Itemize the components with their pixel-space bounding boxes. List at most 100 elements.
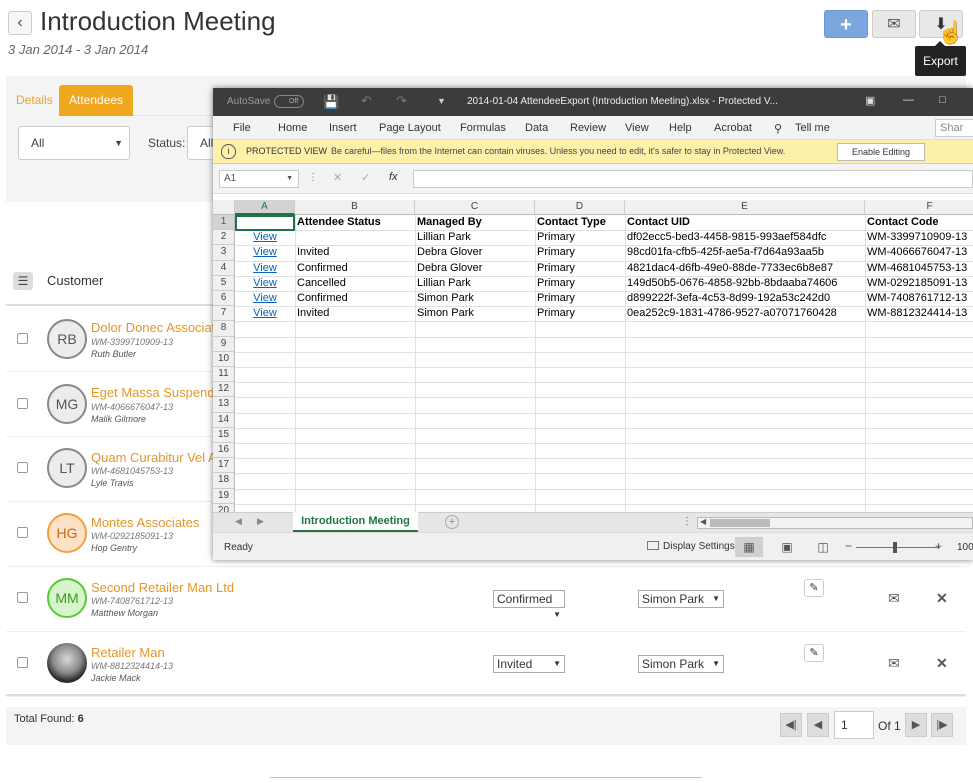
last-page-button[interactable]: |▶ [931,713,953,737]
column-header[interactable]: E [625,200,865,215]
row-header[interactable]: 15 [213,427,235,443]
customer-name[interactable]: Retailer Man [91,645,165,660]
row-header[interactable]: 3 [213,245,235,261]
formula-input[interactable] [413,170,973,188]
redo-icon[interactable]: ↷ [396,93,407,109]
ribbon-tab-help[interactable]: Help [669,122,692,134]
row-header[interactable]: 7 [213,306,235,322]
cell[interactable]: Contact UID [625,215,865,230]
row-checkbox[interactable] [17,398,28,409]
row-header[interactable]: 5 [213,275,235,291]
cell[interactable]: Simon Park [415,306,535,321]
cell[interactable]: Primary [535,276,625,291]
zoom-out-icon[interactable]: − [845,539,852,553]
first-page-button[interactable]: ◀| [780,713,802,737]
customer-name[interactable]: Dolor Donec Associate [91,320,223,335]
row-header[interactable]: 13 [213,397,235,413]
column-header[interactable]: D [535,200,625,215]
view-link[interactable]: View [235,245,295,260]
cell[interactable]: 149d50b5-0676-4858-92bb-8bdaaba74606 [625,276,865,291]
cell[interactable]: WM-4066676047-13 [865,245,973,260]
row-checkbox[interactable] [17,592,28,603]
view-link[interactable]: View [235,230,295,245]
cell[interactable]: Primary [535,230,625,245]
scroll-left-icon[interactable]: ◀ [700,517,706,526]
page-layout-view-icon[interactable]: ▣ [773,537,801,557]
zoom-in-icon[interactable]: + [935,539,942,553]
select-all-corner[interactable] [213,200,235,215]
enable-editing-button[interactable]: Enable Editing [837,143,925,161]
maximize-icon[interactable]: □ [939,94,946,106]
ribbon-tab-data[interactable]: Data [525,122,548,134]
cell[interactable]: Primary [535,261,625,276]
row-header[interactable]: 4 [213,260,235,276]
row-header[interactable]: 1 [213,215,235,231]
cell[interactable]: WM-4681045753-13 [865,261,973,276]
zoom-slider-thumb[interactable] [893,542,897,553]
row-header[interactable]: 8 [213,321,235,337]
column-header[interactable]: F [865,200,973,215]
edit-button[interactable]: ✎ [804,579,824,597]
normal-view-icon[interactable]: ▦ [735,537,763,557]
cell[interactable]: Invited [295,245,415,260]
next-page-button[interactable]: ▶ [905,713,927,737]
row-header[interactable]: 14 [213,412,235,428]
managed-by-select[interactable]: Simon Park ▼ [638,590,724,608]
remove-icon[interactable]: ✕ [936,590,948,607]
view-link[interactable]: View [235,306,295,321]
customer-name[interactable]: Montes Associates [91,515,199,530]
ribbon-display-icon[interactable]: ▣ [865,94,875,107]
prev-page-button[interactable]: ◀ [807,713,829,737]
share-button[interactable]: Shar [935,119,973,137]
row-header[interactable]: 6 [213,291,235,307]
row-header[interactable]: 2 [213,230,235,246]
row-checkbox[interactable] [17,527,28,538]
cell[interactable]: Contact Code [865,215,973,230]
view-link[interactable]: View [235,276,295,291]
cell[interactable]: Debra Glover [415,245,535,260]
add-sheet-icon[interactable]: + [445,515,459,529]
cell[interactable]: df02ecc5-bed3-4458-9815-993aef584dfc [625,230,865,245]
cell[interactable]: Confirmed [295,291,415,306]
cell[interactable] [295,230,415,245]
cell[interactable]: WM-0292185091-13 [865,276,973,291]
page-number-input[interactable]: 1 [834,711,874,739]
spreadsheet-grid[interactable]: A B C D E F 1 2 3 4 5 6 7 8 9 10 11 12 13 14 15 16 17 18 1… [213,200,973,512]
cell[interactable]: 4821dac4-d6fb-49e0-88de-7733ec6b8e87 [625,261,865,276]
row-checkbox[interactable] [17,462,28,473]
cell[interactable]: Cancelled [295,276,415,291]
ribbon-tab-file[interactable]: File [233,122,251,134]
prev-sheet-icon[interactable]: ◀ [235,516,242,527]
tab-attendees[interactable]: Attendees [59,85,134,116]
cell[interactable]: WM-8812324414-13 [865,306,973,321]
page-break-view-icon[interactable]: ◫ [809,537,837,557]
cell[interactable]: 98cd01fa-cfb5-425f-ae5a-f7d64a93aa5b [625,245,865,260]
name-box[interactable]: A1 ▼ [219,170,299,188]
cell[interactable]: Attendee Status [295,215,415,230]
row-checkbox[interactable] [17,657,28,668]
minimize-icon[interactable]: — [903,94,914,106]
cell[interactable]: Primary [535,245,625,260]
ribbon-tab-insert[interactable]: Insert [329,122,357,134]
cell[interactable]: Primary [535,306,625,321]
row-header[interactable]: 10 [213,351,235,367]
envelope-icon[interactable]: ✉ [888,655,900,672]
remove-icon[interactable]: ✕ [936,655,948,672]
row-header[interactable]: 17 [213,458,235,474]
cell[interactable]: Managed By [415,215,535,230]
cell[interactable]: Lillian Park [415,230,535,245]
save-icon[interactable]: 💾 [323,94,339,110]
view-link[interactable]: View [235,291,295,306]
row-header[interactable]: 16 [213,443,235,459]
email-button[interactable]: ✉ [872,10,916,38]
type-filter-select[interactable]: All ▼ [18,126,130,160]
managed-by-select[interactable]: Simon Park ▼ [638,655,724,673]
column-header[interactable]: C [415,200,535,215]
customer-name[interactable]: Eget Massa Suspendiss [91,385,230,400]
ribbon-tab-view[interactable]: View [625,122,649,134]
back-button[interactable]: ‹ [8,11,32,35]
column-menu-button[interactable]: ☰ [13,272,33,290]
ribbon-tab-review[interactable]: Review [570,122,606,134]
horizontal-scrollbar[interactable]: ◀ [697,517,973,529]
cell[interactable]: WM-7408761712-13 [865,291,973,306]
